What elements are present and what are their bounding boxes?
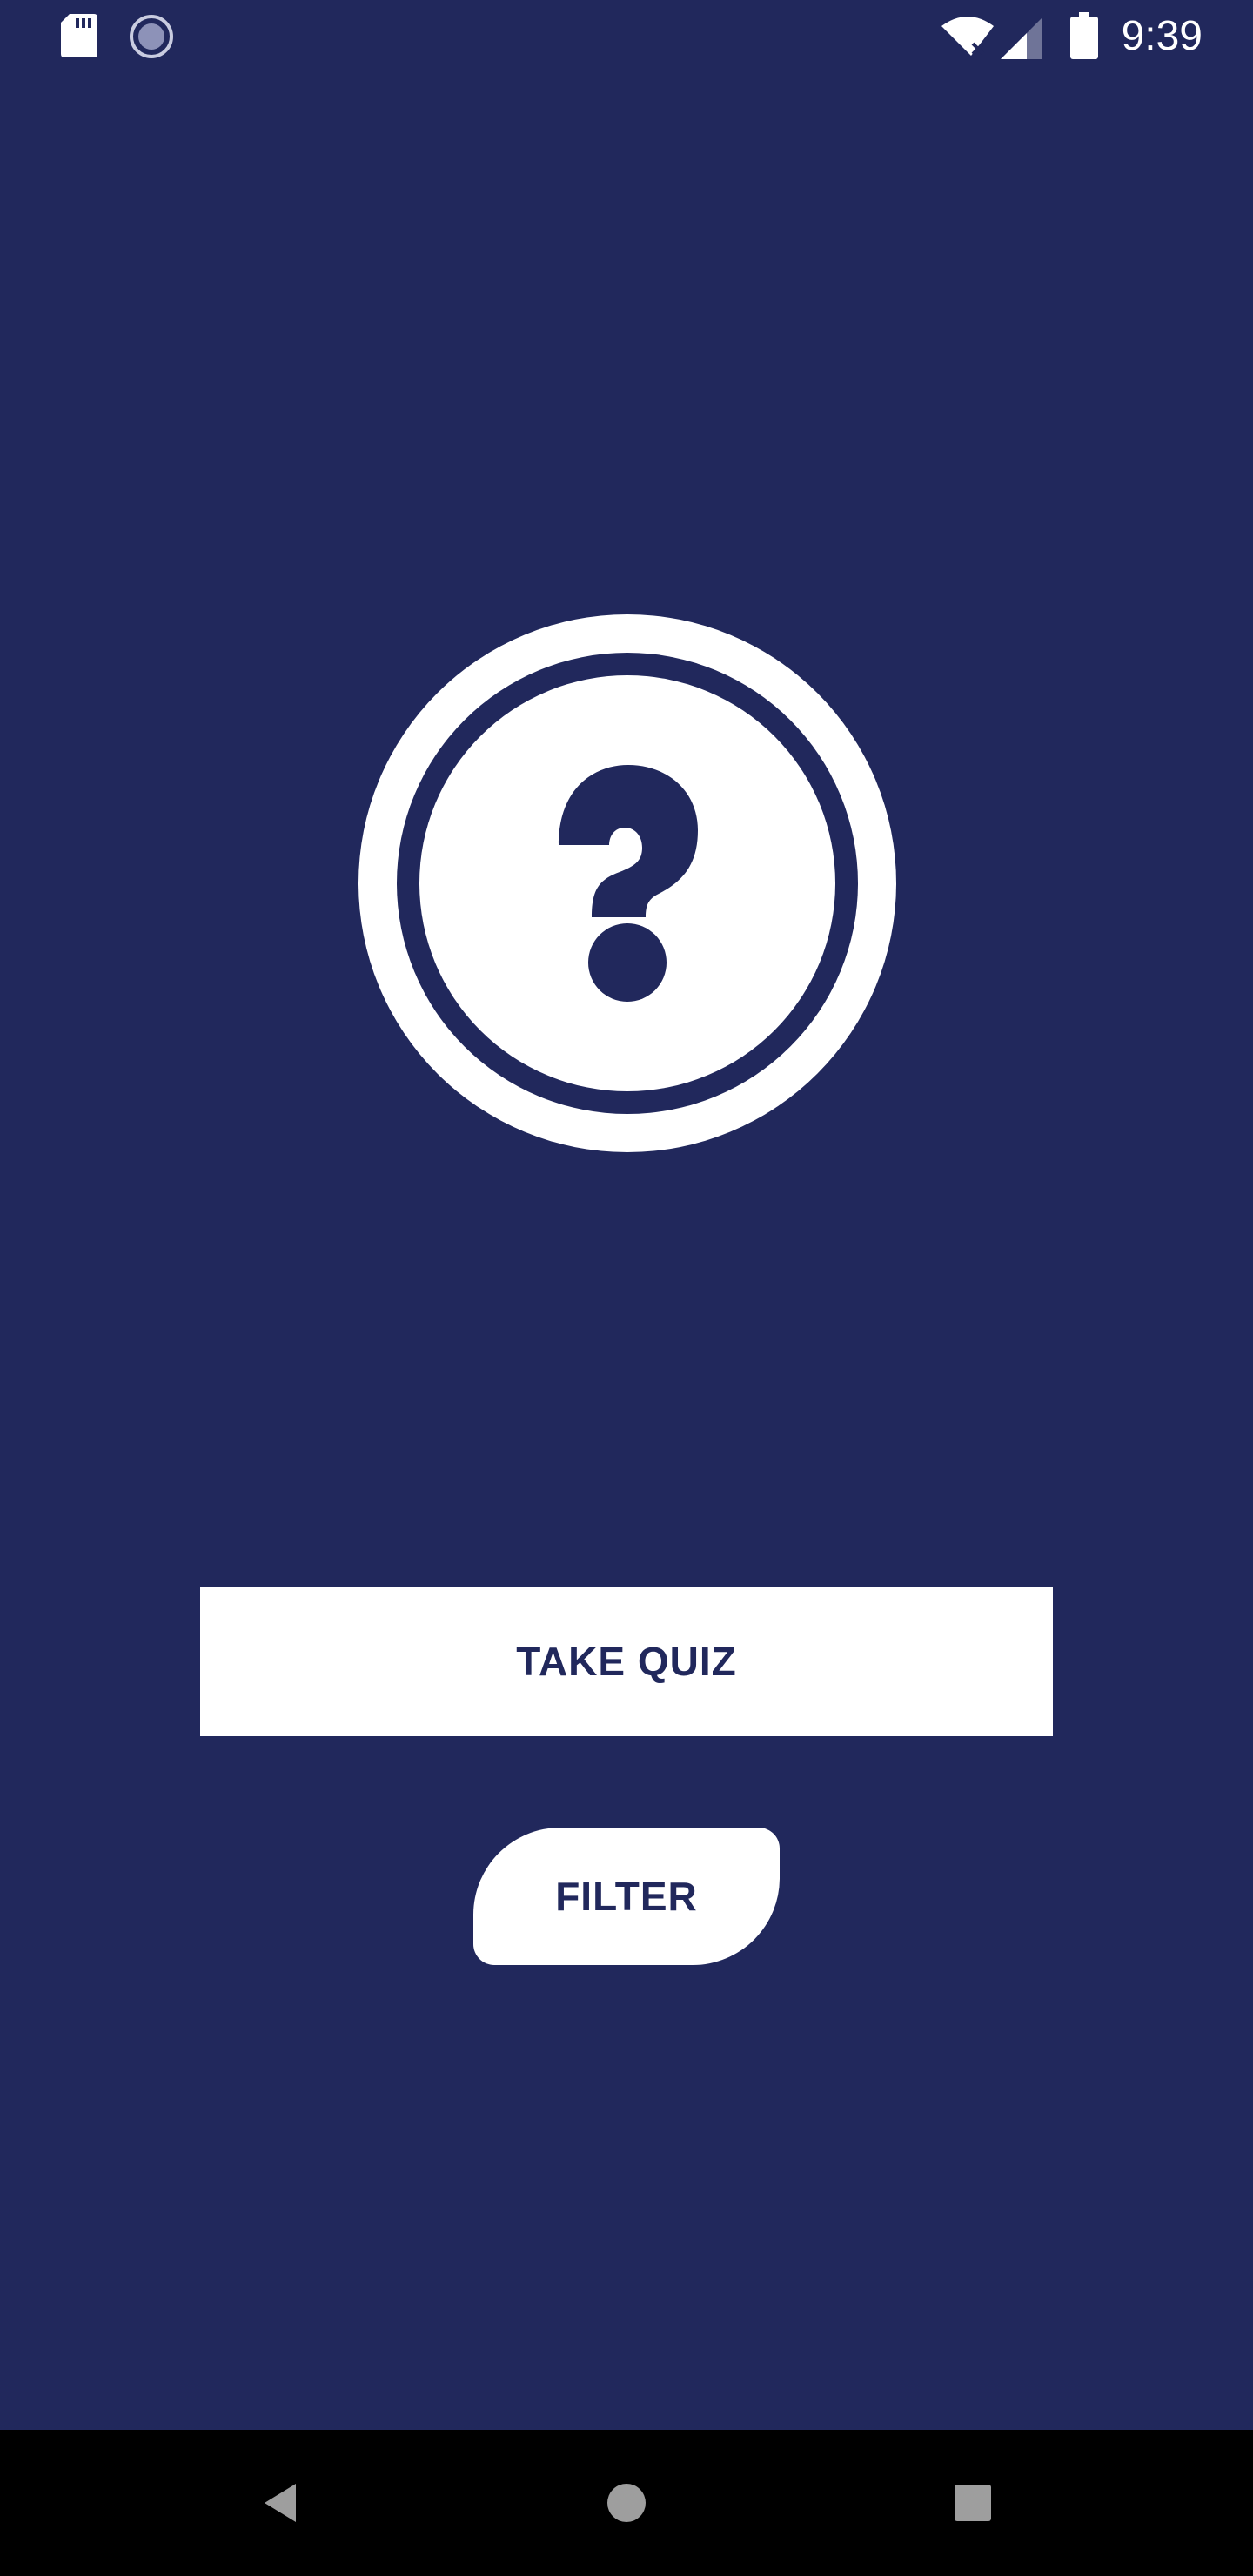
sd-card-icon: [61, 14, 97, 62]
home-icon[interactable]: [595, 2472, 658, 2534]
wifi-off-icon: [940, 16, 995, 64]
quiz-home-screen: 9:39 TAKE QUIZ FILTER: [0, 0, 1253, 2576]
recents-icon[interactable]: [941, 2472, 1004, 2534]
sync-icon: [129, 14, 174, 64]
navigation-bar: [0, 2430, 1253, 2576]
take-quiz-button[interactable]: TAKE QUIZ: [200, 1587, 1053, 1736]
filter-button[interactable]: FILTER: [473, 1828, 780, 1965]
back-icon[interactable]: [249, 2472, 312, 2534]
question-circle-icon: [358, 614, 896, 1152]
status-bar: 9:39: [0, 0, 1253, 73]
status-time: 9:39: [1121, 13, 1203, 59]
battery-icon: [1070, 12, 1098, 64]
cell-signal-icon: [1001, 16, 1044, 64]
